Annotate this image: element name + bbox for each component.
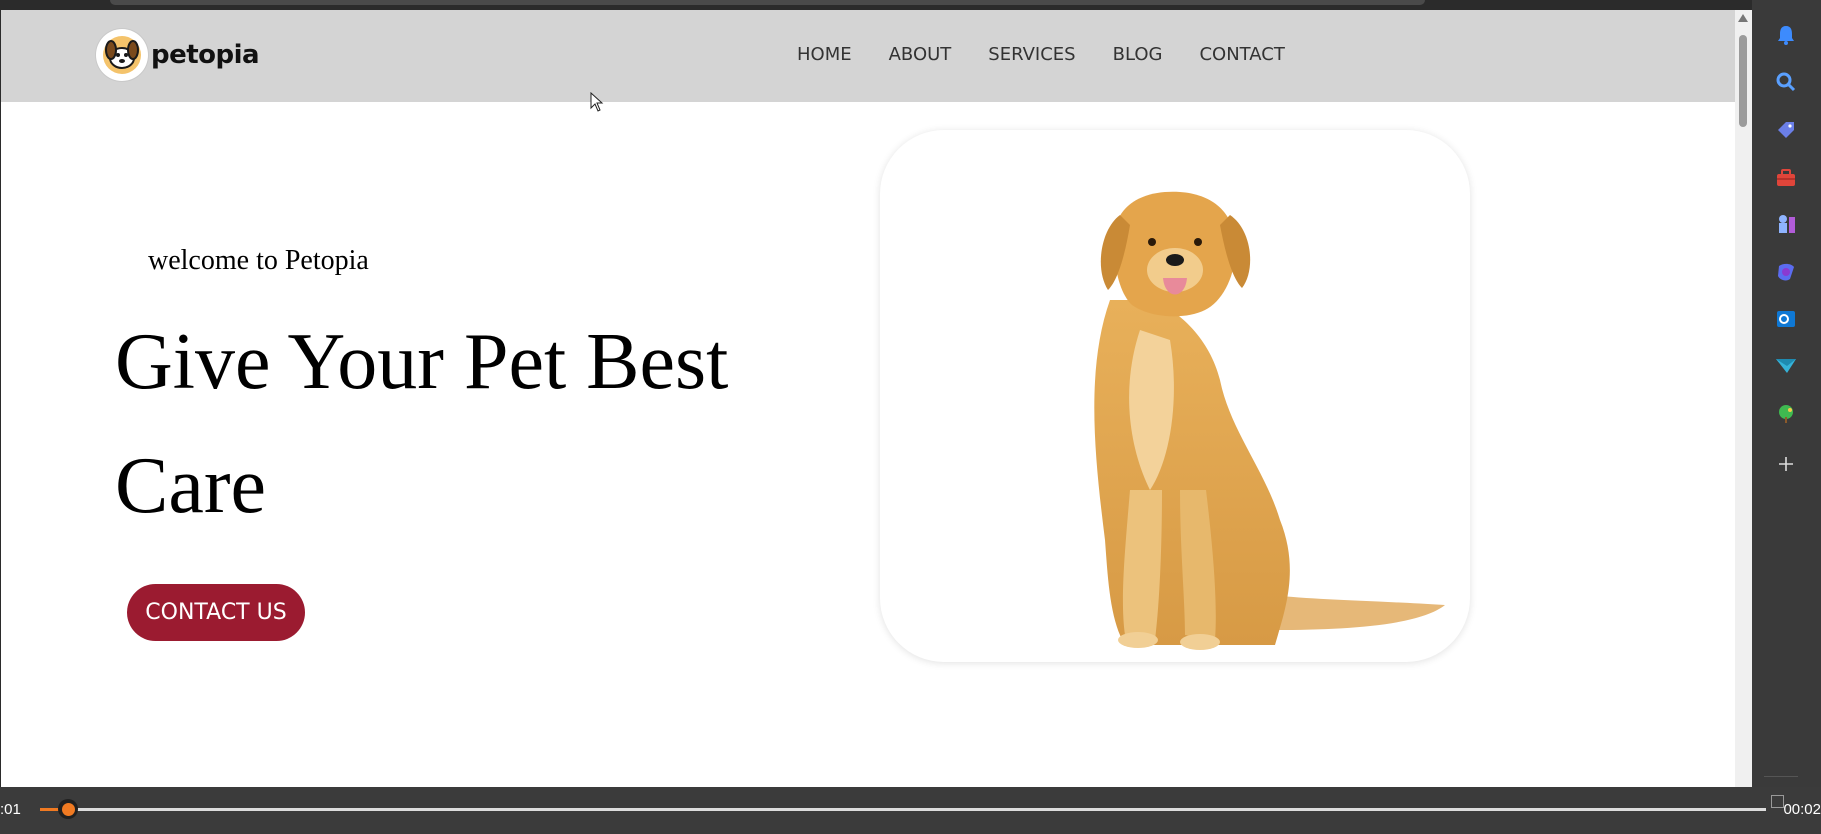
add-icon[interactable]	[1774, 452, 1798, 476]
window-top-strip	[0, 0, 1752, 10]
chess-icon[interactable]	[1774, 212, 1798, 236]
nav-about[interactable]: ABOUT	[889, 44, 952, 65]
bell-icon[interactable]	[1774, 23, 1798, 47]
send-icon[interactable]	[1774, 354, 1798, 378]
tab-strip	[110, 0, 1425, 5]
seek-track[interactable]	[40, 808, 1766, 811]
tag-icon[interactable]	[1774, 118, 1798, 142]
nav-services[interactable]: SERVICES	[988, 44, 1075, 65]
site-navbar: petopia HOME ABOUT SERVICES BLOG CONTACT	[1, 10, 1735, 102]
outlook-icon[interactable]	[1774, 307, 1798, 331]
video-player-bar: :01 00:02	[0, 787, 1821, 834]
brand-name: petopia	[151, 40, 260, 70]
nav-home[interactable]: HOME	[797, 44, 852, 65]
elapsed-time: :01	[0, 801, 21, 818]
total-time: 00:02	[1783, 801, 1821, 818]
fullscreen-icon[interactable]	[1771, 795, 1784, 808]
page-scrollbar[interactable]	[1735, 10, 1752, 787]
golden-retriever-image	[1094, 191, 1445, 650]
nav-contact[interactable]: CONTACT	[1199, 44, 1284, 65]
mouse-cursor	[590, 91, 604, 117]
nav-blog[interactable]: BLOG	[1113, 44, 1163, 65]
briefcase-icon[interactable]	[1774, 166, 1798, 190]
main-nav: HOME ABOUT SERVICES BLOG CONTACT	[797, 44, 1285, 65]
seek-knob[interactable]	[58, 799, 78, 819]
dog-logo-icon	[96, 29, 148, 81]
site-logo[interactable]: petopia	[96, 29, 260, 81]
contact-us-button[interactable]: CONTACT US	[127, 584, 305, 641]
welcome-text: welcome to Petopia	[148, 245, 369, 276]
hero-headline: Give Your Pet Best Care	[115, 318, 729, 530]
hero-image-card	[880, 130, 1470, 662]
scroll-thumb[interactable]	[1739, 35, 1747, 127]
browser-viewport: petopia HOME ABOUT SERVICES BLOG CONTACT…	[1, 10, 1735, 787]
tree-icon[interactable]	[1774, 402, 1798, 426]
browser-sidebar	[1752, 0, 1821, 787]
search-icon[interactable]	[1774, 70, 1798, 94]
scroll-up-arrow-icon[interactable]	[1738, 14, 1748, 22]
sidebar-divider	[1764, 776, 1798, 777]
copilot-icon[interactable]	[1774, 260, 1798, 284]
